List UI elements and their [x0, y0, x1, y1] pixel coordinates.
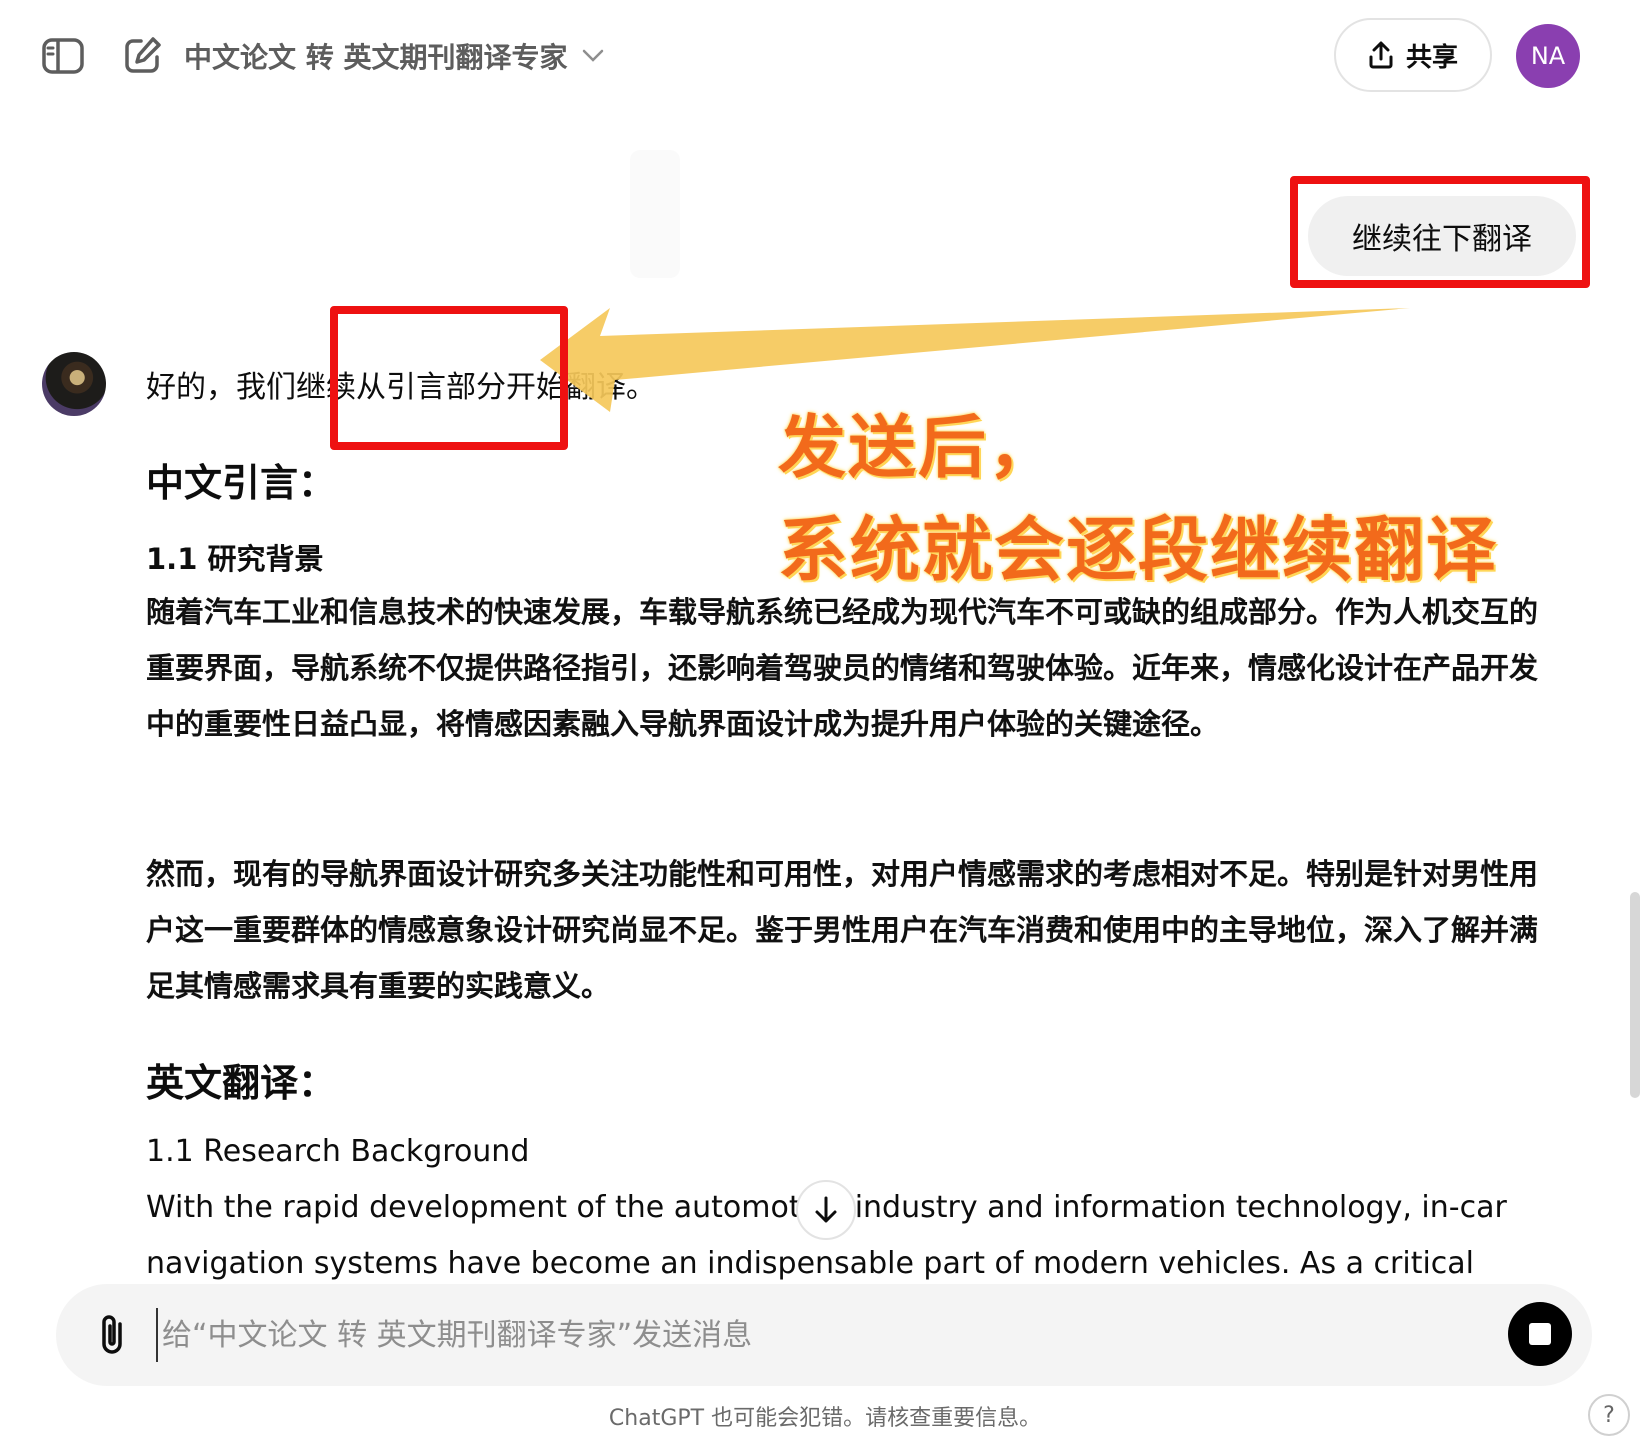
faint-placeholder	[630, 150, 680, 278]
highlight-box-intro	[330, 306, 568, 450]
help-button[interactable]: ?	[1588, 1394, 1630, 1436]
paragraph-chinese-2: 然而，现有的导航界面设计研究多关注功能性和可用性，对用户情感需求的考虑相对不足。…	[146, 857, 1539, 1003]
share-label: 共享	[1405, 42, 1458, 73]
chat-page: 中文论文 转 英文期刊翻译专家 共享 NA 继续往下翻译 好的，我们继续从引言部…	[0, 0, 1650, 1448]
chevron-down-icon	[582, 49, 603, 62]
user-avatar[interactable]: NA	[1516, 24, 1580, 88]
heading-chinese: 中文引言：	[146, 461, 337, 505]
composer	[56, 1284, 1592, 1386]
subheading-chinese: 1.1 研究背景	[146, 542, 324, 576]
model-title: 中文论文 转 英文期刊翻译专家	[184, 41, 568, 74]
disclaimer: ChatGPT 也可能会犯错。请核查重要信息。	[608, 1406, 1042, 1431]
model-selector[interactable]: 中文论文 转 英文期刊翻译专家	[184, 36, 604, 76]
assistant-avatar	[42, 352, 106, 416]
paperclip-icon[interactable]	[94, 1312, 134, 1358]
scrollbar-thumb[interactable]	[1630, 892, 1640, 1098]
paragraph-english: With the rapid development of the automo…	[146, 1190, 1507, 1281]
header: 中文论文 转 英文期刊翻译专家 共享 NA	[0, 0, 1650, 110]
share-button[interactable]: 共享	[1334, 18, 1492, 92]
stop-icon	[1529, 1323, 1551, 1345]
highlight-box-user-message	[1290, 176, 1590, 288]
stop-button[interactable]	[1508, 1302, 1572, 1366]
new-chat-icon[interactable]	[122, 34, 164, 76]
heading-english: 英文翻译：	[146, 1061, 337, 1105]
scroll-down-button[interactable]	[796, 1180, 856, 1240]
message-input[interactable]	[156, 1308, 1456, 1362]
paragraph-chinese-1: 随着汽车工业和信息技术的快速发展，车载导航系统已经成为现代汽车不可或缺的组成部分…	[146, 595, 1539, 741]
arrow-down-icon	[815, 1196, 837, 1223]
upload-icon	[1369, 41, 1393, 69]
sidebar-toggle-icon[interactable]	[40, 36, 86, 76]
subheading-english: 1.1 Research Background	[146, 1134, 530, 1169]
